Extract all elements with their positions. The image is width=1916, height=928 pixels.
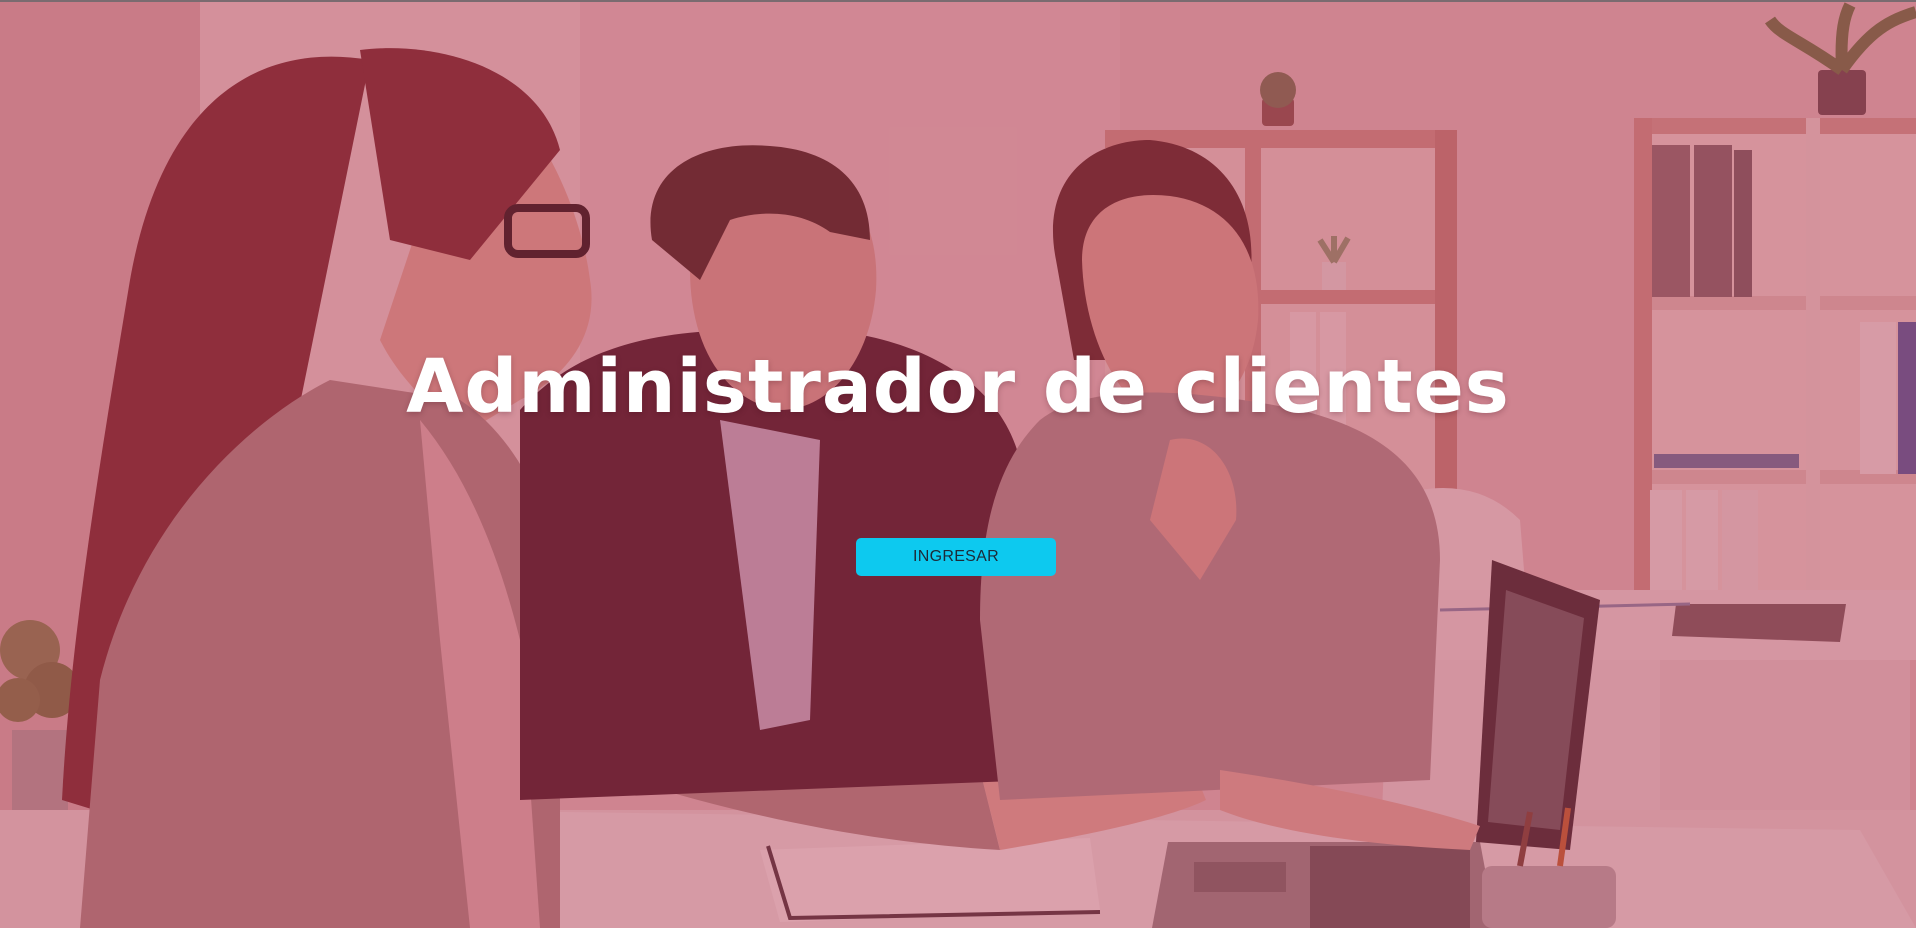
hero-color-overlay <box>0 0 1916 928</box>
hero-section: Administrador de clientes INGRESAR <box>0 0 1916 928</box>
top-border <box>0 0 1916 2</box>
page-title: Administrador de clientes <box>406 344 1510 430</box>
ingresar-button[interactable]: INGRESAR <box>856 538 1056 576</box>
